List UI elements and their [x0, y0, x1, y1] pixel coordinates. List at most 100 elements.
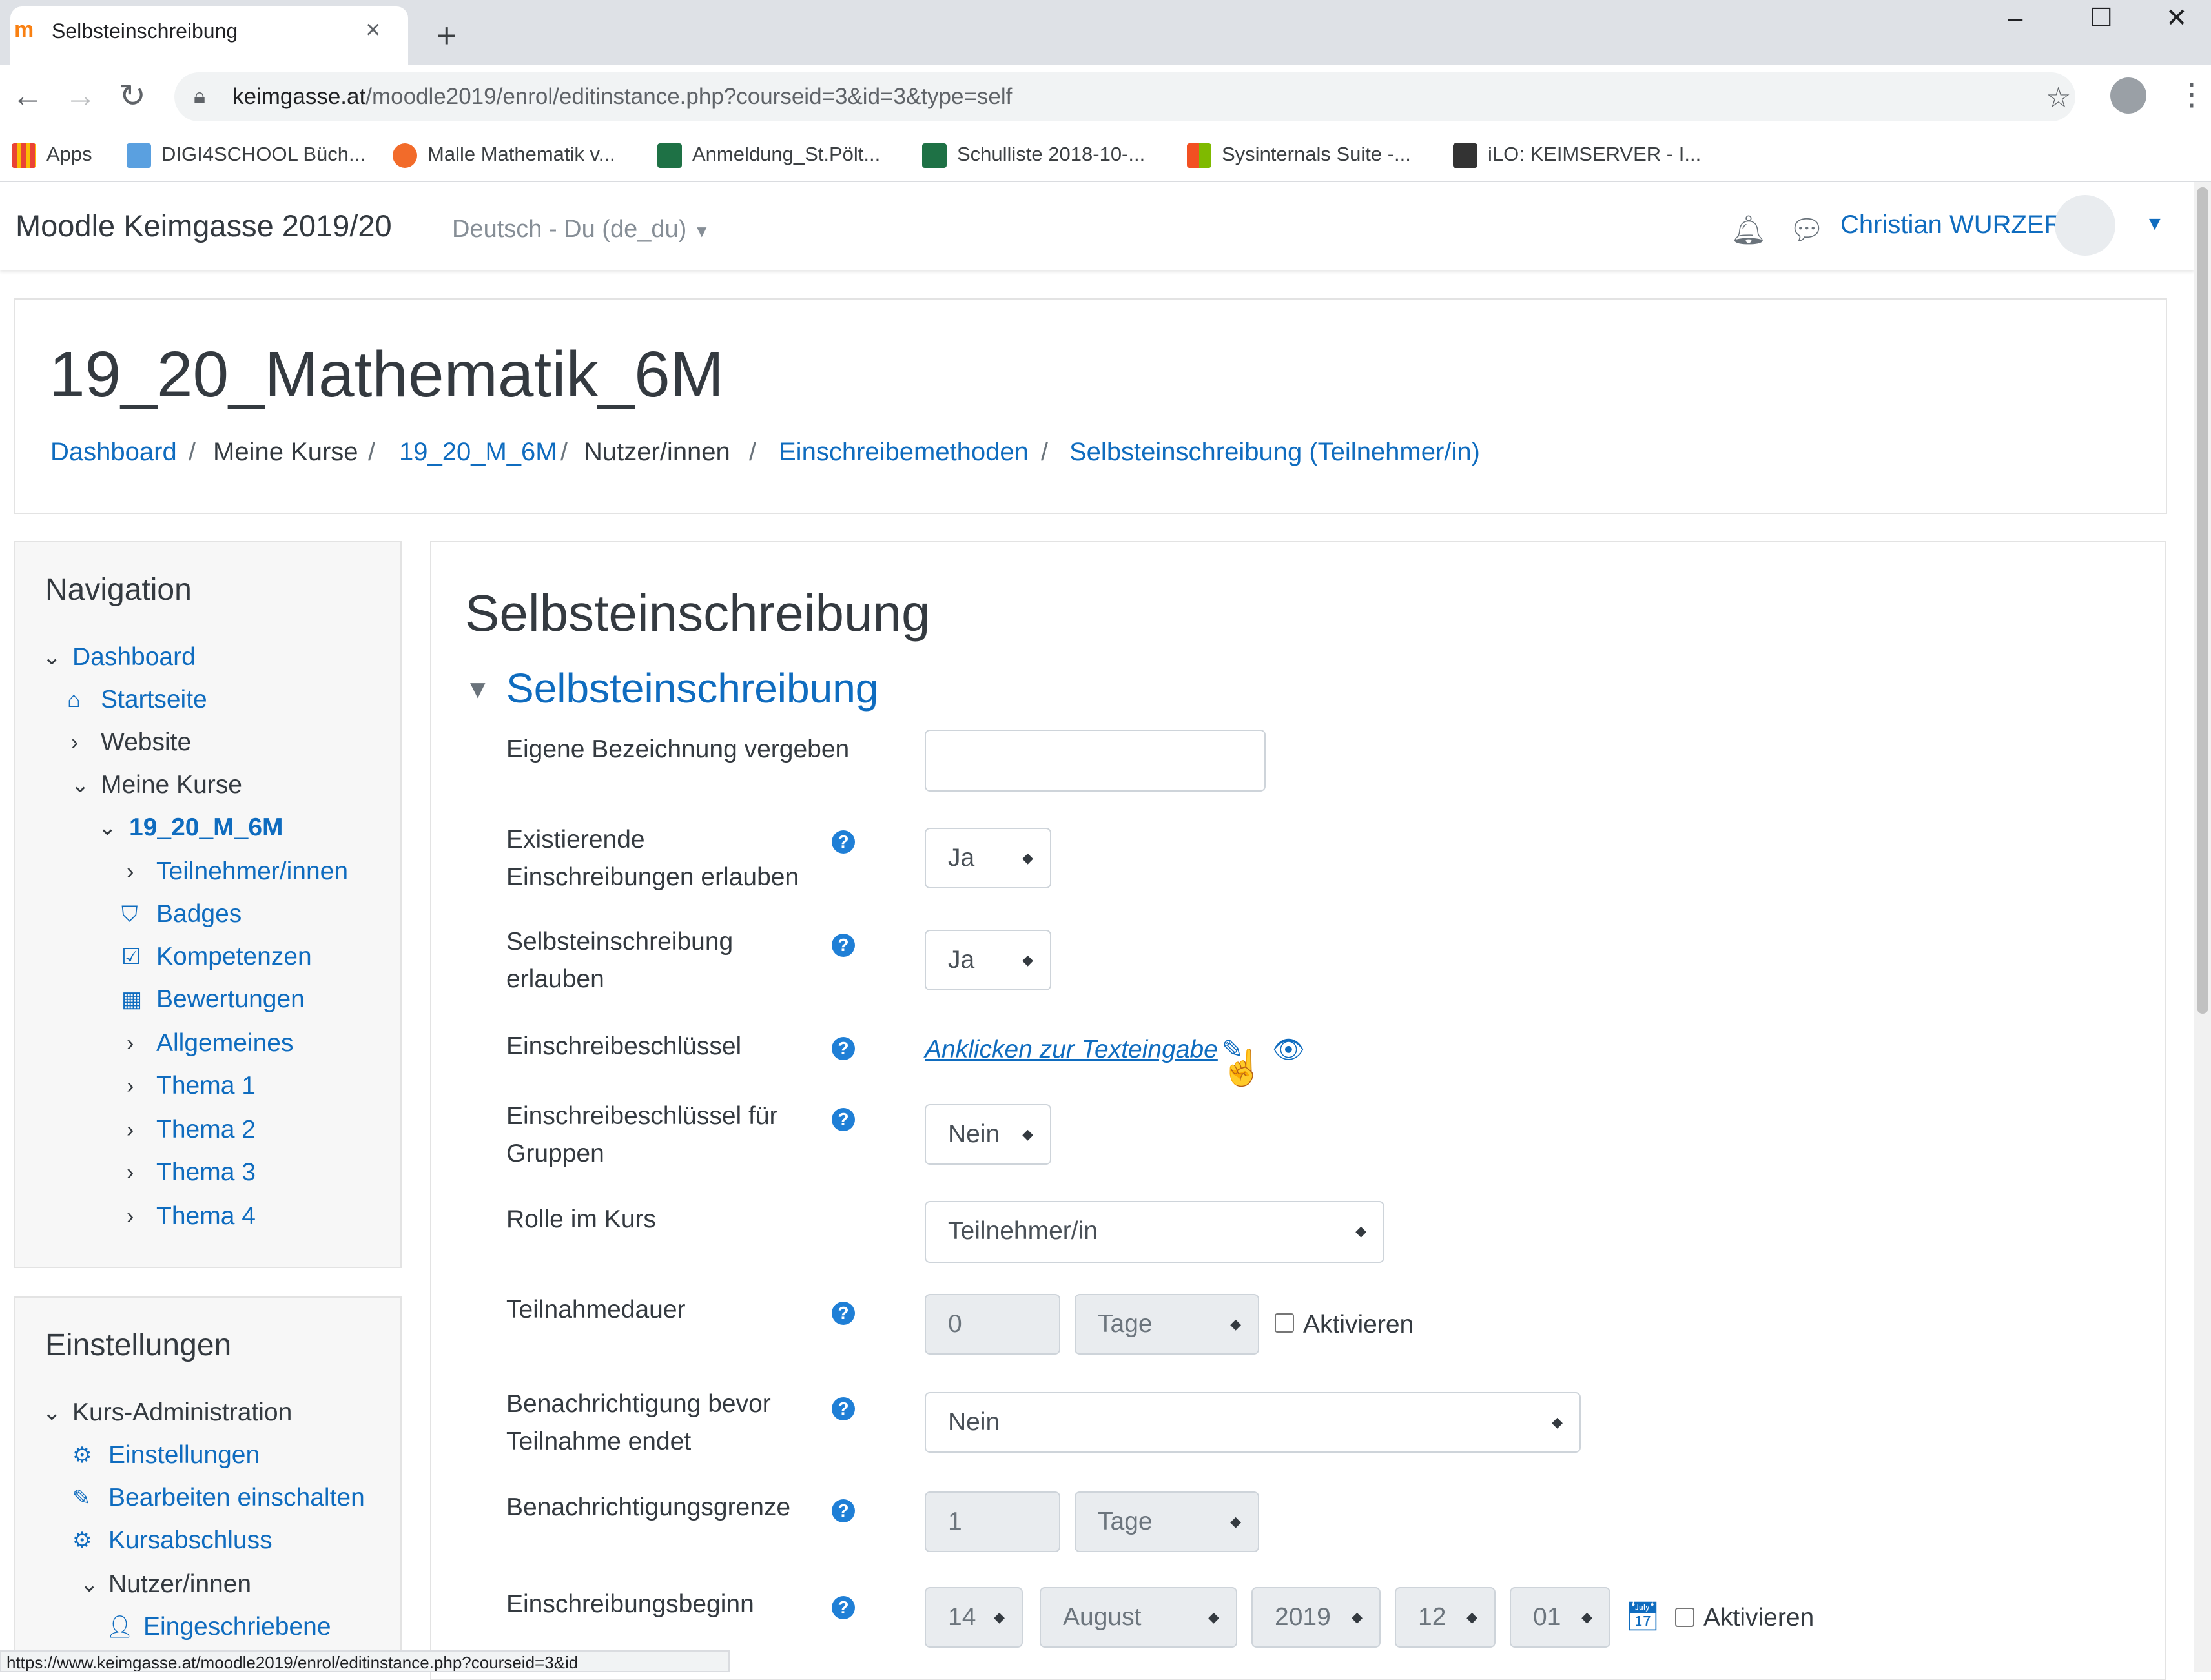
browser-menu-icon[interactable]: ⋮	[2176, 76, 2207, 112]
start-enable-label[interactable]: Aktivieren	[1703, 1601, 1814, 1635]
enrol-key-inplace-edit[interactable]: Anklicken zur Texteingabe	[925, 1033, 1218, 1067]
chevron-down-icon[interactable]: ⌄	[98, 811, 117, 845]
user-menu-name[interactable]: Christian WURZER	[1840, 208, 2062, 241]
chevron-right-icon[interactable]: ›	[127, 1156, 134, 1189]
nav-topic-4[interactable]: Thema 4	[156, 1200, 256, 1233]
threshold-input[interactable]: 1	[925, 1491, 1060, 1552]
help-icon[interactable]: ?	[832, 1499, 855, 1522]
breadcrumb-enrol-methods[interactable]: Einschreibemethoden	[779, 435, 1029, 469]
nav-grades[interactable]: Bewertungen	[156, 983, 305, 1016]
chevron-down-icon[interactable]: ⌄	[43, 1396, 61, 1429]
existing-select[interactable]: Ja ◆	[925, 828, 1051, 888]
user-menu-caret-icon[interactable]: ▼	[2145, 213, 2165, 235]
help-icon[interactable]: ?	[832, 1037, 855, 1060]
collapse-caret-icon[interactable]: ▼	[465, 671, 491, 708]
new-tab-icon[interactable]: +	[437, 18, 457, 53]
chevron-down-icon[interactable]: ⌄	[71, 768, 90, 802]
calendar-icon[interactable]: 📅︎	[1625, 1599, 1661, 1635]
select-arrows-icon: ◆	[1352, 1609, 1363, 1625]
settings-enrolled-users[interactable]: Eingeschriebene	[143, 1610, 331, 1644]
bookmark-star-icon[interactable]: ☆	[2046, 81, 2071, 114]
chevron-down-icon[interactable]: ⌄	[80, 1568, 99, 1601]
nav-participants[interactable]: Teilnehmer/innen	[156, 855, 348, 888]
duration-input[interactable]: 0	[925, 1294, 1060, 1355]
nav-course[interactable]: 19_20_M_6M	[129, 811, 283, 845]
breadcrumb-self-enrol[interactable]: Selbsteinschreibung (Teilnehmer/in)	[1069, 435, 1480, 469]
help-icon[interactable]: ?	[832, 1397, 855, 1420]
group-key-select[interactable]: Nein ◆	[925, 1104, 1051, 1165]
nav-website[interactable]: Website	[101, 726, 191, 759]
duration-enable-label[interactable]: Aktivieren	[1303, 1308, 1414, 1342]
settings-users[interactable]: Nutzer/innen	[108, 1568, 251, 1601]
nav-topic-1[interactable]: Thema 1	[156, 1069, 256, 1103]
chevron-right-icon[interactable]: ›	[127, 1113, 134, 1147]
chevron-right-icon[interactable]: ›	[71, 726, 78, 759]
bookmark-ilo[interactable]: iLO: KEIMSERVER - I...	[1453, 138, 1701, 170]
start-year-select[interactable]: 2019 ◆	[1251, 1587, 1381, 1648]
notify-select[interactable]: Nein ◆	[925, 1392, 1581, 1453]
help-icon[interactable]: ?	[832, 1108, 855, 1131]
url-text[interactable]: keimgasse.at/moodle2019/enrol/editinstan…	[232, 83, 1012, 111]
minimize-icon[interactable]: –	[2008, 0, 2022, 36]
settings-course-admin[interactable]: Kurs-Administration	[72, 1396, 292, 1429]
bookmark-anmeldung[interactable]: Anmeldung_St.Pölt...	[657, 138, 880, 170]
bookmark-apps[interactable]: Apps	[12, 138, 92, 170]
nav-badges[interactable]: Badges	[156, 897, 242, 931]
language-menu[interactable]: Deutsch - Du (de_du) ▼	[452, 213, 710, 247]
close-tab-icon[interactable]: ×	[365, 15, 380, 44]
duration-unit-select[interactable]: Tage ◆	[1075, 1294, 1259, 1355]
maximize-icon[interactable]: ☐	[2090, 0, 2113, 36]
self-enrol-select[interactable]: Ja ◆	[925, 930, 1051, 990]
section-legend[interactable]: Selbsteinschreibung	[506, 661, 878, 715]
chevron-right-icon[interactable]: ›	[127, 1069, 134, 1103]
settings-course-completion[interactable]: Kursabschluss	[108, 1524, 273, 1557]
user-avatar[interactable]	[2055, 195, 2115, 256]
eye-icon[interactable]: 👁︎	[1272, 1033, 1305, 1067]
nav-meine-kurse[interactable]: Meine Kurse	[101, 768, 242, 802]
settings-edit-settings[interactable]: Einstellungen	[108, 1439, 260, 1472]
nav-general[interactable]: Allgemeines	[156, 1027, 293, 1060]
site-name[interactable]: Moodle Keimgasse 2019/20	[15, 207, 392, 245]
profile-avatar-icon[interactable]	[2110, 77, 2146, 114]
role-label: Rolle im Kurs	[506, 1205, 656, 1233]
help-icon[interactable]: ?	[832, 830, 855, 854]
forward-icon[interactable]: →	[65, 76, 97, 115]
help-icon[interactable]: ?	[832, 1596, 855, 1619]
start-enable-checkbox[interactable]	[1675, 1608, 1694, 1627]
start-month-select[interactable]: August ◆	[1040, 1587, 1237, 1648]
nav-competencies[interactable]: Kompetenzen	[156, 940, 312, 974]
chevron-right-icon[interactable]: ›	[127, 1200, 134, 1233]
start-hour-select[interactable]: 12 ◆	[1395, 1587, 1496, 1648]
chevron-right-icon[interactable]: ›	[127, 855, 134, 888]
help-icon[interactable]: ?	[832, 1302, 855, 1325]
window-close-icon[interactable]: ✕	[2166, 0, 2188, 36]
duration-enable-checkbox[interactable]	[1275, 1313, 1294, 1333]
custom-name-input[interactable]	[925, 730, 1266, 792]
role-select[interactable]: Teilnehmer/in ◆	[925, 1201, 1384, 1263]
select-arrows-icon: ◆	[1208, 1609, 1219, 1625]
back-icon[interactable]: ←	[12, 76, 44, 115]
bookmark-digi4school[interactable]: DIGI4SCHOOL Büch...	[127, 138, 365, 170]
threshold-unit-select[interactable]: Tage ◆	[1075, 1491, 1259, 1552]
breadcrumb-course[interactable]: 19_20_M_6M	[399, 435, 557, 469]
bookmark-malle[interactable]: Malle Mathematik v...	[393, 138, 615, 170]
settings-turn-editing-on[interactable]: Bearbeiten einschalten	[108, 1481, 365, 1515]
breadcrumb-dashboard[interactable]: Dashboard	[50, 435, 177, 469]
breadcrumb-meine-kurse: Meine Kurse	[213, 438, 358, 466]
scrollbar-thumb[interactable]	[2197, 187, 2208, 1014]
chevron-down-icon[interactable]: ⌄	[43, 640, 61, 674]
reload-icon[interactable]: ↻	[119, 76, 146, 115]
start-day-select[interactable]: 14 ◆	[925, 1587, 1023, 1648]
nav-topic-2[interactable]: Thema 2	[156, 1113, 256, 1147]
bookmark-schulliste[interactable]: Schulliste 2018-10-...	[922, 138, 1145, 170]
start-minute-select[interactable]: 01 ◆	[1510, 1587, 1610, 1648]
message-icon[interactable]: 💬︎	[1789, 213, 1825, 247]
gear-icon: ⚙	[72, 1443, 92, 1468]
help-icon[interactable]: ?	[832, 934, 855, 957]
nav-dashboard[interactable]: Dashboard	[72, 640, 196, 674]
nav-startseite[interactable]: Startseite	[101, 683, 207, 717]
chevron-right-icon[interactable]: ›	[127, 1027, 134, 1060]
nav-topic-3[interactable]: Thema 3	[156, 1156, 256, 1189]
bell-icon[interactable]: 🔔︎	[1731, 213, 1767, 247]
bookmark-sysinternals[interactable]: Sysinternals Suite -...	[1187, 138, 1411, 170]
